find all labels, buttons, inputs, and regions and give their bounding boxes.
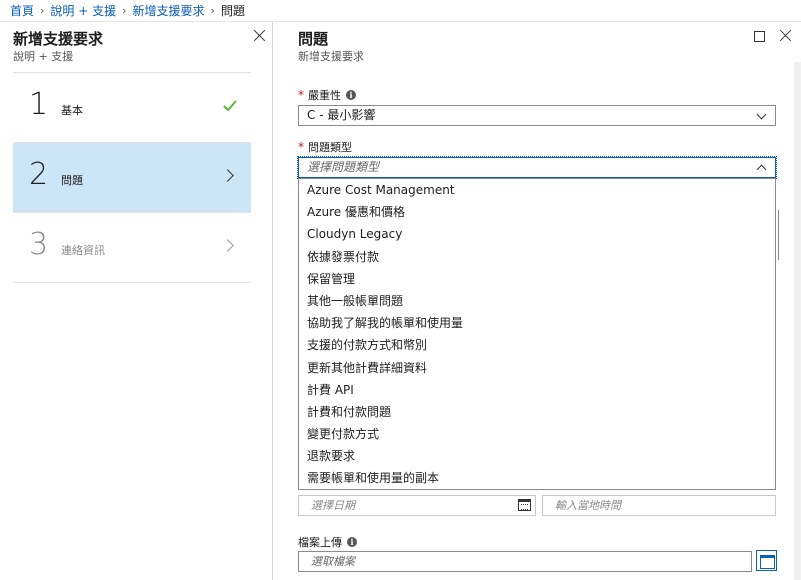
chevron-up-icon <box>756 164 767 175</box>
breadcrumb-separator-icon: › <box>122 4 127 17</box>
problem-type-label: * 問題類型 <box>298 139 352 155</box>
close-icon[interactable] <box>778 28 794 44</box>
page-title: 問題 <box>298 30 329 48</box>
close-icon[interactable] <box>252 28 268 44</box>
file-upload-label: 檔案上傳 i <box>298 534 357 550</box>
page-subtitle: 新增支援要求 <box>298 50 364 63</box>
step-number: 1 <box>29 87 49 122</box>
step-basics[interactable]: 1 基本 <box>13 73 251 143</box>
problem-type-dropdown: Azure Cost Management Azure 優惠和價格 Cloudy… <box>298 178 776 490</box>
info-icon[interactable]: i <box>347 537 357 547</box>
info-icon[interactable]: i <box>346 90 356 100</box>
dropdown-option[interactable]: 計費 API <box>299 379 775 401</box>
step-label: 連絡資訊 <box>61 244 105 257</box>
wizard-steps: 1 基本 2 問題 3 連絡資訊 <box>13 72 251 283</box>
time-placeholder: 輸入當地時間 <box>555 499 621 512</box>
left-blade: 新增支援要求 說明 + 支援 1 基本 2 問題 3 連絡資訊 <box>0 22 273 580</box>
scrollbar[interactable] <box>794 62 801 580</box>
file-upload-placeholder: 選取檔案 <box>311 555 355 568</box>
dropdown-option[interactable]: 退款要求 <box>299 445 775 467</box>
folder-browse-icon[interactable] <box>756 550 777 571</box>
time-input[interactable]: 輸入當地時間 <box>542 495 776 516</box>
blade-subtitle: 說明 + 支援 <box>13 50 74 63</box>
dropdown-option[interactable]: Azure Cost Management <box>299 179 775 201</box>
problem-type-placeholder: 選擇問題類型 <box>307 160 380 174</box>
step-label: 基本 <box>61 104 83 117</box>
severity-label: * 嚴重性 i <box>298 87 356 103</box>
checkmark-icon <box>223 100 237 112</box>
required-asterisk: * <box>298 140 304 154</box>
breadcrumb-new-support-request[interactable]: 新增支援要求 <box>133 2 205 19</box>
dropdown-option[interactable]: 變更付款方式 <box>299 423 775 445</box>
severity-value: C - 最小影響 <box>307 108 376 122</box>
dropdown-option[interactable]: 更新其他計費詳細資料 <box>299 357 775 379</box>
file-upload-input[interactable]: 選取檔案 <box>298 551 752 572</box>
required-asterisk: * <box>298 88 304 102</box>
problem-type-select[interactable]: 選擇問題類型 <box>297 156 777 179</box>
dropdown-option[interactable]: 計費和付款問題 <box>299 401 775 423</box>
chevron-right-icon <box>221 239 234 252</box>
dropdown-option[interactable]: Cloudyn Legacy <box>299 223 775 245</box>
breadcrumb-help-support[interactable]: 說明 + 支援 <box>50 2 116 19</box>
breadcrumb: 首頁 › 說明 + 支援 › 新增支援要求 › 問題 <box>0 0 801 22</box>
breadcrumb-current: 問題 <box>220 4 245 18</box>
step-problem[interactable]: 2 問題 <box>13 143 251 213</box>
date-input[interactable]: 選擇日期 <box>298 495 536 516</box>
dropdown-option[interactable]: 其他一般帳單問題 <box>299 290 775 312</box>
breadcrumb-separator-icon: › <box>40 4 45 17</box>
step-number: 3 <box>29 227 49 262</box>
maximize-icon[interactable] <box>754 31 765 42</box>
blade-title: 新增支援要求 <box>13 30 104 48</box>
chevron-right-icon <box>221 169 234 182</box>
step-number: 2 <box>29 157 49 192</box>
step-label: 問題 <box>61 174 83 187</box>
dropdown-option[interactable]: 需要帳單和使用量的副本 <box>299 467 775 489</box>
calendar-icon[interactable] <box>518 499 531 511</box>
file-upload-label-text: 檔案上傳 <box>298 536 342 549</box>
severity-select[interactable]: C - 最小影響 <box>298 105 776 126</box>
hidden-field-edge <box>776 210 779 260</box>
date-placeholder: 選擇日期 <box>311 499 355 512</box>
breadcrumb-separator-icon: › <box>210 4 215 17</box>
breadcrumb-home[interactable]: 首頁 <box>10 2 34 19</box>
chevron-down-icon <box>756 109 767 120</box>
dropdown-option[interactable]: 協助我了解我的帳單和使用量 <box>299 312 775 334</box>
problem-type-label-text: 問題類型 <box>308 141 352 154</box>
dropdown-option[interactable]: 支援的付款方式和幣別 <box>299 334 775 356</box>
severity-label-text: 嚴重性 <box>308 89 341 102</box>
dropdown-option[interactable]: Azure 優惠和價格 <box>299 201 775 223</box>
dropdown-option[interactable]: 保留管理 <box>299 268 775 290</box>
dropdown-option[interactable]: 依據發票付款 <box>299 246 775 268</box>
step-contact-info[interactable]: 3 連絡資訊 <box>13 213 251 283</box>
right-blade: 問題 新增支援要求 * 嚴重性 i C - 最小影響 * 問題類型 選擇問題類型… <box>274 22 801 580</box>
